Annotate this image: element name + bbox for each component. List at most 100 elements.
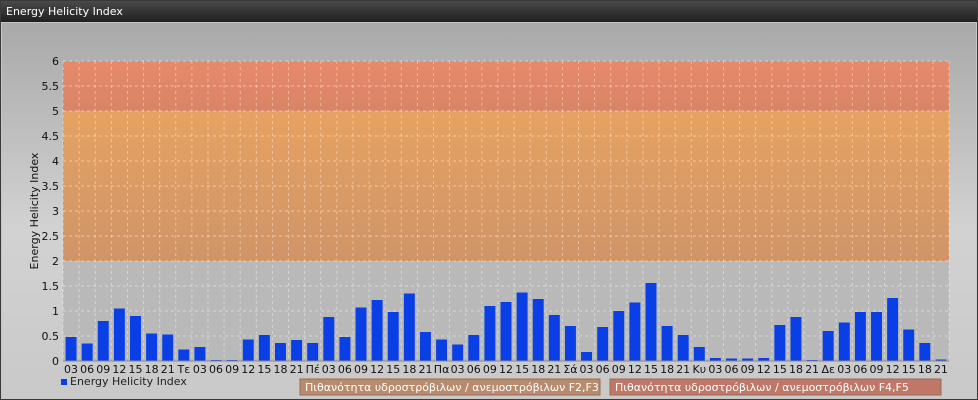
- x-tick-label: 09: [870, 363, 884, 376]
- x-tick-label: 03: [193, 363, 207, 376]
- bar[interactable]: [419, 332, 431, 361]
- x-tick-label: 15: [902, 363, 916, 376]
- bar[interactable]: [581, 352, 593, 361]
- bar[interactable]: [597, 327, 609, 361]
- x-tick-label: 18: [918, 363, 932, 376]
- y-tick-label: 0: [52, 355, 59, 368]
- y-tick-label: 2.5: [42, 230, 60, 243]
- bar[interactable]: [613, 311, 625, 361]
- x-tick-label: 09: [741, 363, 755, 376]
- x-tick-label: 21: [418, 363, 432, 376]
- x-tick-label: 03: [837, 363, 851, 376]
- bar[interactable]: [838, 322, 850, 362]
- x-tick-label: 09: [225, 363, 239, 376]
- x-tick-label: 09: [354, 363, 368, 376]
- x-tick-label: 21: [934, 363, 948, 376]
- x-tick-label: Κυ: [693, 363, 707, 376]
- bar[interactable]: [194, 347, 206, 361]
- x-tick-label: 15: [644, 363, 658, 376]
- x-tick-label: 09: [612, 363, 626, 376]
- bar[interactable]: [774, 325, 786, 361]
- x-tick-label: 18: [660, 363, 674, 376]
- y-tick-label: 5.5: [42, 80, 60, 93]
- bar[interactable]: [484, 306, 496, 361]
- bar[interactable]: [919, 343, 931, 361]
- y-tick-label: 6: [52, 55, 59, 68]
- x-tick-label: 18: [273, 363, 287, 376]
- x-tick-label: 15: [386, 363, 400, 376]
- x-tick-label: 15: [773, 363, 787, 376]
- bar[interactable]: [516, 292, 528, 362]
- bar[interactable]: [403, 293, 415, 362]
- bar[interactable]: [387, 312, 399, 361]
- chart-window: Energy Helicity Index 0 0.5 1 1.5 2 2.5 3 3.5 4 4…: [0, 0, 978, 400]
- x-tick-label: 12: [499, 363, 513, 376]
- bar[interactable]: [178, 349, 190, 362]
- legend-band-label-1: Πιθανότητα υδροστρόβιλων / ανεμοστρόβιλω…: [305, 381, 599, 394]
- bar[interactable]: [661, 326, 673, 361]
- bar[interactable]: [323, 317, 335, 361]
- bar[interactable]: [162, 334, 174, 362]
- legend-series-swatch: [61, 379, 67, 385]
- bar[interactable]: [822, 331, 834, 361]
- bar[interactable]: [291, 340, 303, 361]
- bar[interactable]: [81, 343, 93, 362]
- y-tick-label: 5: [52, 105, 59, 118]
- bar[interactable]: [436, 339, 448, 362]
- x-tick-label: 12: [757, 363, 771, 376]
- y-tick-label: 4: [52, 155, 59, 168]
- y-tick-label: 4.5: [42, 130, 60, 143]
- bar[interactable]: [548, 315, 560, 361]
- x-tick-label: 21: [805, 363, 819, 376]
- ehi-chart: 00.511.522.533.544.555.56 03 06 09 12 15 18 21…: [28, 55, 950, 396]
- x-tick-label: 06: [725, 363, 739, 376]
- bar[interactable]: [146, 333, 158, 362]
- y-tick-label: 1: [52, 305, 59, 318]
- x-tick-label: Πα: [434, 363, 450, 376]
- x-tick-label: 21: [547, 363, 561, 376]
- x-tick-label: 03: [451, 363, 465, 376]
- x-tick-label: 12: [241, 363, 255, 376]
- bar[interactable]: [468, 335, 480, 361]
- bar[interactable]: [371, 300, 383, 361]
- bar[interactable]: [258, 335, 270, 361]
- x-tick-label: 12: [370, 363, 384, 376]
- bar[interactable]: [871, 312, 882, 361]
- bar[interactable]: [677, 335, 689, 361]
- x-tick-label: 03: [322, 363, 336, 376]
- bar[interactable]: [564, 326, 576, 361]
- bar[interactable]: [242, 339, 254, 362]
- bar[interactable]: [903, 329, 915, 362]
- bar[interactable]: [790, 317, 802, 361]
- bar[interactable]: [645, 283, 657, 361]
- bar[interactable]: [887, 298, 899, 361]
- x-tick-label: 18: [789, 363, 803, 376]
- bar[interactable]: [113, 308, 125, 362]
- bar[interactable]: [307, 343, 319, 361]
- bar[interactable]: [452, 344, 464, 362]
- bar[interactable]: [274, 343, 286, 361]
- y-tick-label: 2: [52, 255, 59, 268]
- bar[interactable]: [854, 312, 866, 361]
- x-tick-label: 15: [515, 363, 529, 376]
- x-tick-label: 18: [531, 363, 545, 376]
- y-axis-label: Energy Helicity Index: [28, 152, 41, 269]
- bar[interactable]: [629, 302, 641, 362]
- x-tick-label: 06: [338, 363, 352, 376]
- x-tick-label: Δε: [821, 363, 835, 376]
- bar[interactable]: [693, 347, 705, 361]
- x-tick-label: 15: [257, 363, 271, 376]
- bar[interactable]: [97, 321, 109, 361]
- bar[interactable]: [500, 302, 512, 361]
- bar[interactable]: [65, 337, 77, 361]
- bar[interactable]: [532, 299, 544, 361]
- y-tick-label: 0.5: [42, 330, 60, 343]
- bar[interactable]: [130, 316, 141, 361]
- x-tick-label: 03: [580, 363, 594, 376]
- x-tick-label: 21: [290, 363, 304, 376]
- bar[interactable]: [339, 337, 351, 361]
- x-tick-label: Σά: [563, 363, 577, 376]
- y-tick-label: 3: [52, 205, 59, 218]
- legend-series-label: Energy Helicity Index: [70, 375, 187, 388]
- bar[interactable]: [355, 307, 367, 362]
